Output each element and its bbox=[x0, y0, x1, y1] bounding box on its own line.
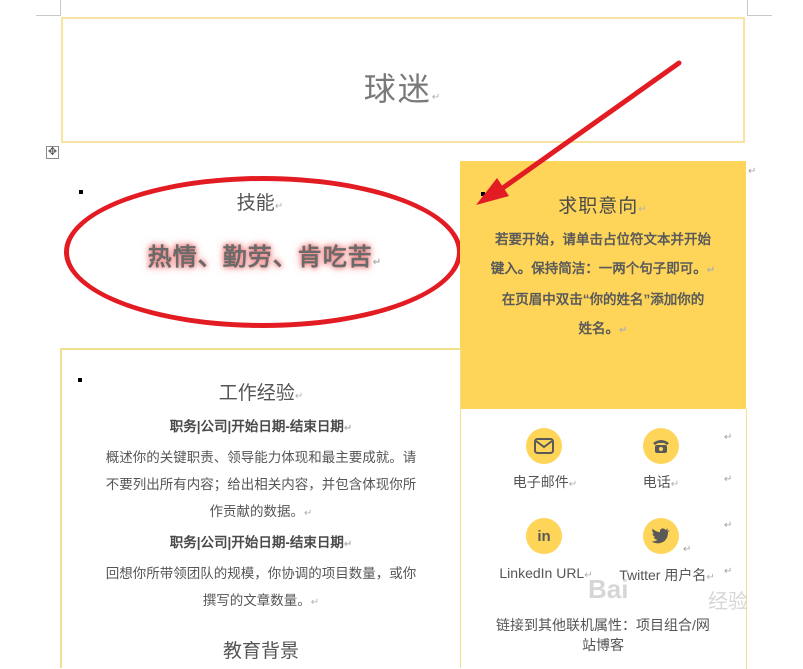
red-annotation-arrow bbox=[476, 60, 682, 205]
baidu-watermark-logo: Bai bbox=[588, 574, 629, 604]
baidu-watermark-text: 经验 bbox=[708, 591, 748, 613]
